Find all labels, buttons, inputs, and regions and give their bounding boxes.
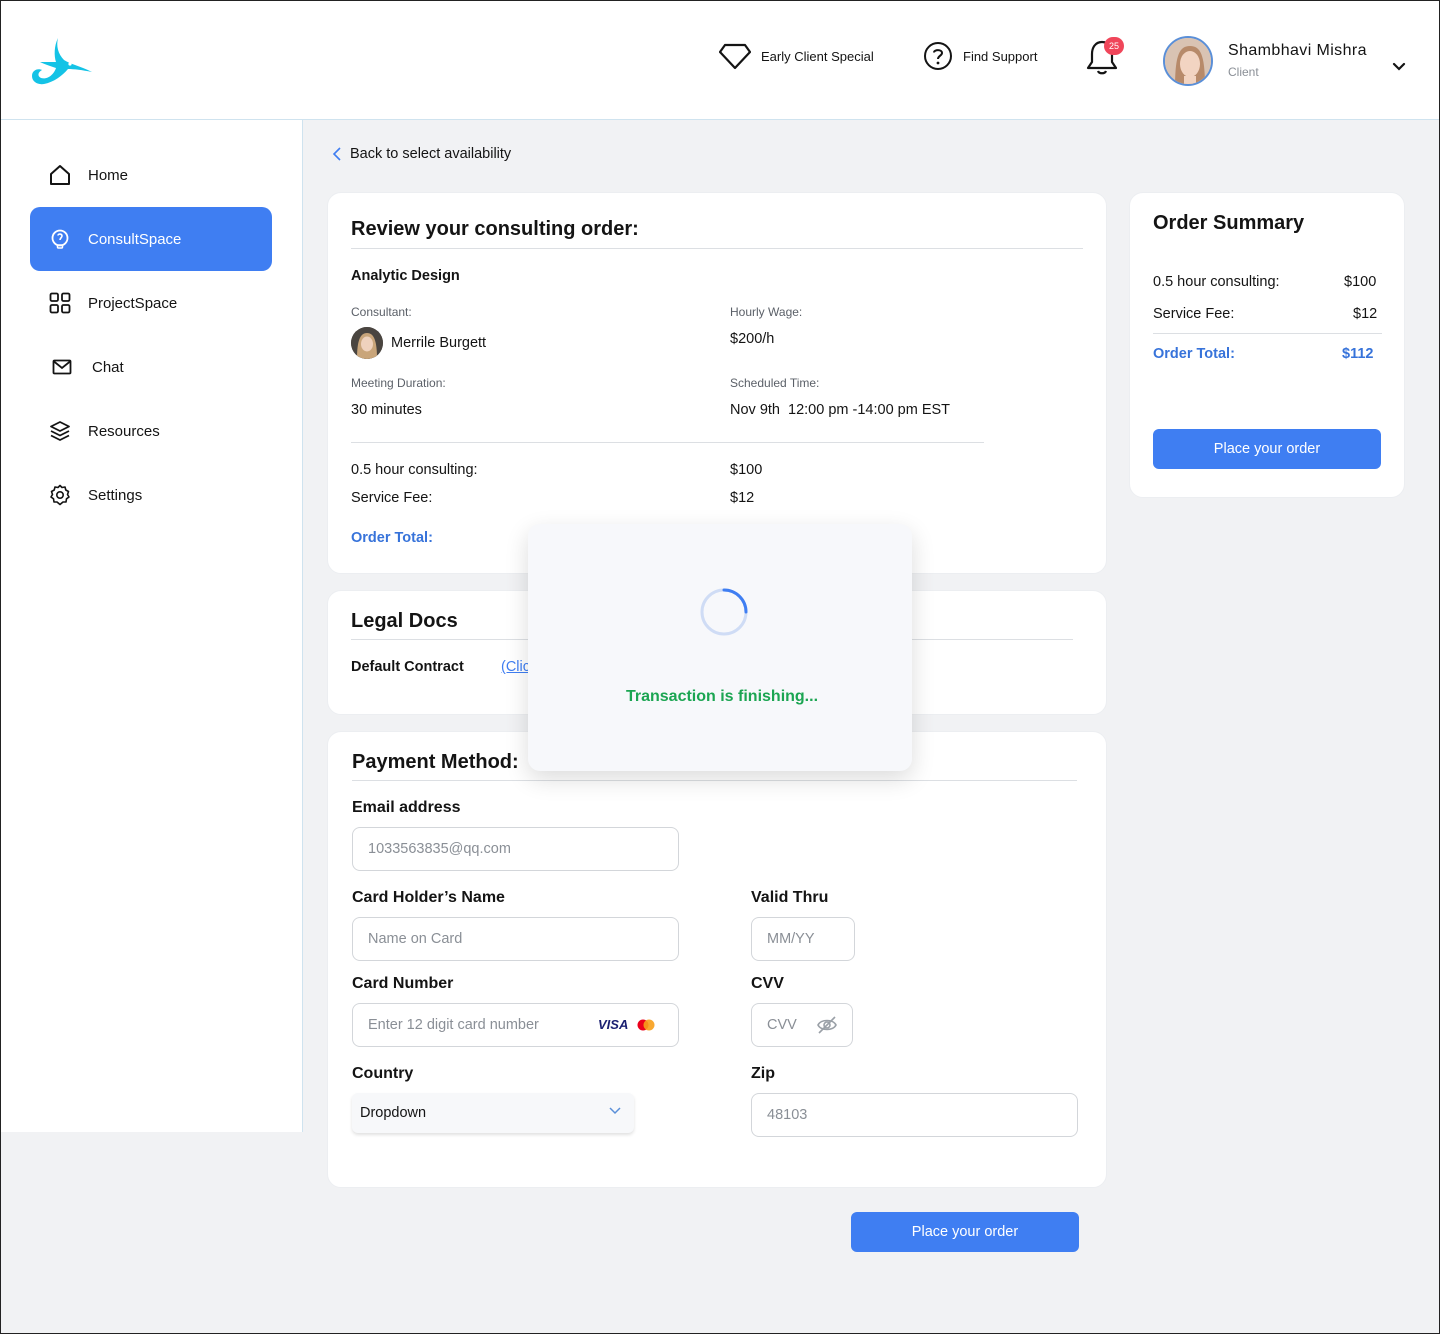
user-role: Client (1228, 65, 1259, 79)
summary-service-fee-label: Service Fee: (1153, 306, 1235, 322)
back-to-availability-link[interactable]: Back to select availability (332, 146, 511, 162)
valid-thru-field[interactable] (751, 917, 855, 961)
sidebar-item-label: ConsultSpace (88, 230, 182, 248)
contract-link[interactable]: (Clic (501, 659, 530, 675)
summary-service-fee-value: $12 (1353, 306, 1378, 322)
home-icon (49, 164, 71, 186)
payment-method-title: Payment Method: (352, 751, 519, 773)
user-name: Shambhavi Mishra (1228, 42, 1367, 59)
user-avatar[interactable] (1163, 36, 1213, 86)
legal-docs-title: Legal Docs (351, 610, 458, 632)
hummingbird-logo[interactable] (28, 36, 96, 88)
cvv-label: CVV (751, 975, 784, 992)
email-field[interactable] (352, 827, 679, 871)
valid-thru-label: Valid Thru (751, 889, 829, 906)
card-number-field[interactable] (352, 1003, 679, 1047)
hourly-wage-label: Hourly Wage: (730, 305, 803, 319)
mail-icon (51, 356, 73, 378)
layers-icon (49, 420, 71, 442)
service-fee-value: $12 (730, 490, 755, 506)
loading-spinner-icon (700, 588, 748, 636)
visa-logo: VISA (598, 1017, 629, 1032)
email-label: Email address (352, 799, 461, 816)
sidebar-item-label: Chat (92, 358, 124, 376)
eye-off-icon[interactable] (816, 1015, 838, 1035)
card-holder-label: Card Holder’s Name (352, 889, 505, 906)
lightbulb-icon (49, 228, 71, 250)
scheduled-time-label: Scheduled Time: (730, 376, 820, 390)
summary-consulting-value: $100 (1344, 274, 1377, 290)
sidebar-item-label: Home (88, 166, 129, 184)
question-circle-icon (924, 42, 952, 70)
early-client-special-label: Early Client Special (761, 48, 874, 64)
sidebar-item-chat[interactable]: Chat (30, 335, 272, 399)
consultant-avatar (351, 327, 383, 359)
place-order-bottom-button[interactable]: Place your order (851, 1212, 1079, 1252)
sidebar-item-settings[interactable]: Settings (30, 463, 272, 527)
sidebar-item-consultspace[interactable]: ConsultSpace (30, 207, 272, 271)
summary-total-label: Order Total: (1153, 346, 1235, 362)
order-total-label: Order Total: (351, 530, 433, 546)
gear-icon (49, 484, 71, 506)
chevron-down-icon[interactable] (1390, 60, 1408, 74)
divider (352, 780, 1077, 781)
mastercard-icon (637, 1019, 655, 1031)
project-name: Analytic Design (351, 268, 460, 284)
sidebar: Home ConsultSpace ProjectSpace Chat Reso… (0, 120, 303, 1132)
diamond-icon (719, 43, 751, 70)
sidebar-item-label: Resources (88, 422, 160, 440)
transaction-modal: Transaction is finishing... (528, 524, 912, 771)
scheduled-time-value: Nov 9th 12:00 pm -14:00 pm EST (730, 402, 951, 418)
default-contract-label: Default Contract (351, 659, 464, 675)
transaction-status-message: Transaction is finishing... (625, 688, 819, 705)
consulting-line-label: 0.5 hour consulting: (351, 462, 478, 478)
order-summary-title: Order Summary (1153, 212, 1305, 234)
chevron-down-icon (609, 1107, 621, 1115)
card-holder-name-field[interactable] (352, 917, 679, 961)
review-order-title: Review your consulting order: (351, 218, 639, 240)
country-dropdown[interactable]: Dropdown (352, 1093, 634, 1133)
notification-count-badge: 25 (1104, 37, 1124, 55)
divider (1153, 333, 1382, 334)
country-dropdown-value: Dropdown (360, 1105, 427, 1121)
chevron-left-icon (332, 147, 341, 161)
back-link-label: Back to select availability (350, 146, 512, 162)
sidebar-item-resources[interactable]: Resources (30, 399, 272, 463)
meeting-duration-label: Meeting Duration: (351, 376, 446, 390)
service-fee-label: Service Fee: (351, 490, 433, 506)
country-label: Country (352, 1065, 414, 1082)
top-header: Early Client Special Find Support 25 Sha… (0, 0, 1440, 120)
card-number-label: Card Number (352, 975, 454, 992)
hourly-wage-value: $200/h (730, 331, 775, 347)
divider (351, 248, 1083, 249)
sidebar-item-home[interactable]: Home (30, 143, 272, 207)
meeting-duration-value: 30 minutes (351, 402, 422, 418)
summary-total-value: $112 (1342, 346, 1374, 362)
grid-icon (49, 292, 71, 314)
find-support-link[interactable]: Find Support (923, 40, 1037, 72)
summary-consulting-label: 0.5 hour consulting: (1153, 274, 1280, 290)
divider (351, 442, 984, 443)
sidebar-item-label: Settings (88, 486, 143, 504)
zip-label: Zip (751, 1065, 775, 1082)
zip-field[interactable] (751, 1093, 1078, 1137)
consulting-line-value: $100 (730, 462, 763, 478)
consultant-name: Merrile Burgett (391, 335, 487, 351)
place-order-button[interactable]: Place your order (1153, 429, 1381, 469)
sidebar-item-projectspace[interactable]: ProjectSpace (30, 271, 272, 335)
consultant-label: Consultant: (351, 305, 412, 319)
early-client-special-link[interactable]: Early Client Special (719, 40, 874, 72)
sidebar-item-label: ProjectSpace (88, 294, 178, 312)
find-support-label: Find Support (963, 48, 1038, 64)
